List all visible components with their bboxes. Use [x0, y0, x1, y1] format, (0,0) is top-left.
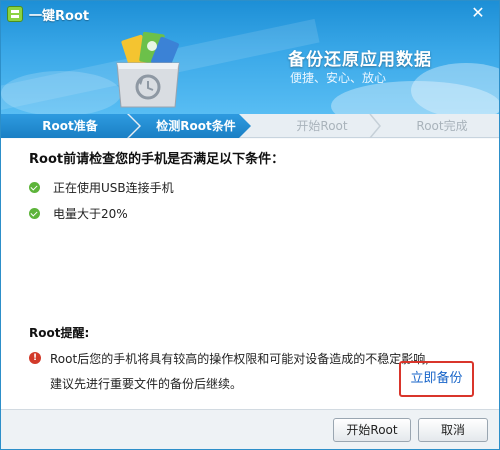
header-banner: 一键Root ✕ 备份还原应用数据 便捷、安心、放心 — [1, 1, 499, 114]
condition-label: 正在使用USB连接手机 — [53, 181, 174, 195]
backup-now-link[interactable]: 立即备份 — [401, 363, 472, 395]
footer-bar: 开始Root 取消 — [1, 409, 499, 449]
check-circle-icon — [29, 182, 40, 193]
main-content: Root前请检查您的手机是否满足以下条件： 正在使用USB连接手机 电量大于20… — [1, 139, 499, 409]
reminder-title: Root提醒: — [29, 326, 90, 340]
condition-item: 正在使用USB连接手机 — [29, 179, 174, 196]
step-start-root: 开始Root — [296, 119, 348, 133]
warning-text-line-2: 建议先进行重要文件的备份后继续。 — [50, 377, 243, 391]
root-window: 一键Root ✕ 备份还原应用数据 便捷、安心、放心 Root准备 检测Root… — [0, 0, 500, 450]
backup-highlight-box: 立即备份 — [399, 361, 474, 397]
condition-item: 电量大于20% — [29, 205, 128, 222]
cloud-decoration — [411, 63, 499, 114]
banner-title: 备份还原应用数据 — [288, 50, 432, 70]
step-root-prepare: Root准备 — [1, 114, 139, 138]
close-icon[interactable]: ✕ — [467, 3, 489, 23]
window-title: 一键Root — [29, 9, 90, 24]
start-root-button[interactable]: 开始Root — [333, 418, 411, 442]
banner-subtitle: 便捷、安心、放心 — [290, 71, 387, 85]
warning-icon: ! — [29, 352, 41, 364]
cancel-button[interactable]: 取消 — [418, 418, 488, 442]
progress-steps: Root准备 检测Root条件 开始Root Root完成 — [1, 114, 499, 138]
conditions-heading: Root前请检查您的手机是否满足以下条件： — [29, 152, 285, 167]
step-root-complete: Root完成 — [416, 119, 468, 133]
step-check-conditions: 检测Root条件 — [129, 114, 251, 138]
cloud-decoration — [1, 71, 121, 114]
backup-folder-icon — [105, 29, 191, 114]
condition-label: 电量大于20% — [53, 207, 128, 221]
warning-text-line-1: Root后您的手机将具有较高的操作权限和可能对设备造成的不稳定影响, — [50, 352, 430, 366]
step-separator-icon — [369, 114, 381, 138]
check-circle-icon — [29, 208, 40, 219]
app-icon — [7, 6, 23, 22]
